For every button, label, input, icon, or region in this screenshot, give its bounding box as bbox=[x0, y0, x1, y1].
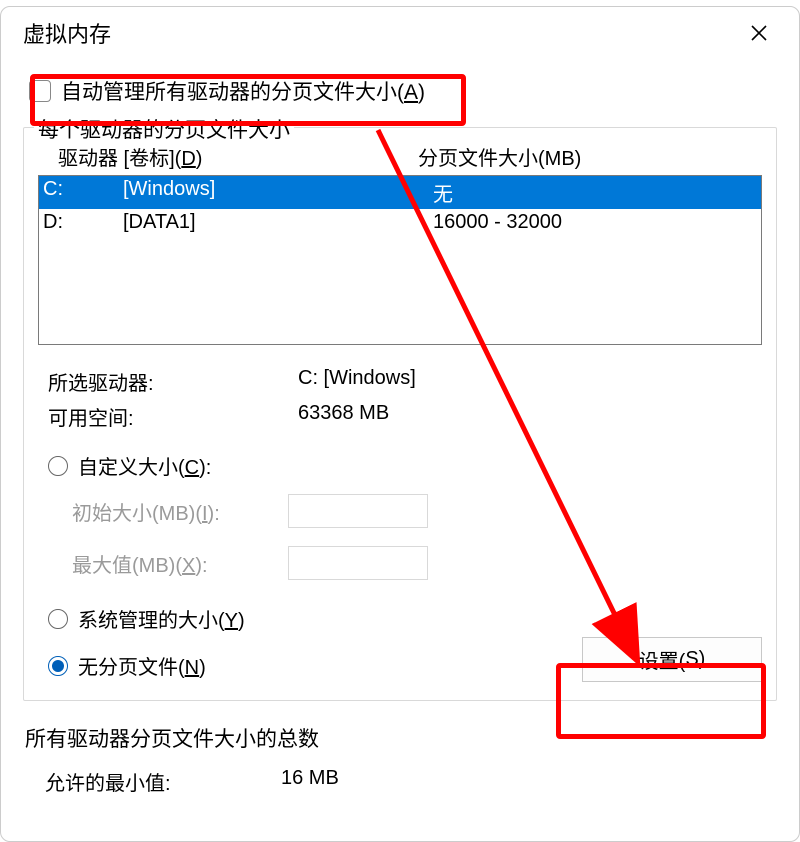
totals-min-label: 允许的最小值: bbox=[45, 767, 281, 796]
virtual-memory-dialog: 虚拟内存 自动管理所有驱动器的分页文件大小(A) 每个驱动器的分页文件大小 驱动… bbox=[0, 6, 800, 842]
no-paging-radio-row[interactable]: 无分页文件(N) bbox=[38, 651, 582, 680]
selected-drive-label: 所选驱动器: bbox=[48, 367, 298, 396]
initial-size-input[interactable] bbox=[288, 494, 428, 528]
free-space-label: 可用空间: bbox=[48, 402, 298, 431]
maximum-size-label: 最大值(MB)(X): bbox=[72, 549, 288, 578]
no-paging-radio[interactable] bbox=[48, 656, 68, 676]
auto-manage-checkbox[interactable] bbox=[29, 80, 51, 102]
maximum-size-row: 最大值(MB)(X): bbox=[38, 546, 762, 580]
totals-title: 所有驱动器分页文件大小的总数 bbox=[25, 723, 777, 753]
free-space-value: 63368 MB bbox=[298, 402, 762, 431]
per-drive-group: 每个驱动器的分页文件大小 驱动器 [卷标](D) 分页文件大小(MB) C: [… bbox=[23, 127, 777, 701]
drive-row-d[interactable]: D: [DATA1] 16000 - 32000 bbox=[39, 209, 761, 236]
per-drive-title: 每个驱动器的分页文件大小 bbox=[34, 114, 294, 144]
drive-row-c[interactable]: C: [Windows] 无 bbox=[39, 176, 761, 209]
header-size: 分页文件大小(MB) bbox=[418, 142, 758, 171]
selected-drive-info: 所选驱动器: C: [Windows] 可用空间: 63368 MB bbox=[38, 367, 762, 431]
totals-min-value: 16 MB bbox=[281, 767, 777, 796]
initial-size-label: 初始大小(MB)(I): bbox=[72, 497, 288, 526]
close-icon bbox=[750, 24, 768, 42]
drive-list[interactable]: C: [Windows] 无 D: [DATA1] 16000 - 32000 bbox=[38, 175, 762, 345]
system-managed-label: 系统管理的大小(Y) bbox=[78, 604, 245, 633]
titlebar: 虚拟内存 bbox=[1, 7, 799, 55]
initial-size-row: 初始大小(MB)(I): bbox=[38, 494, 762, 528]
custom-size-radio[interactable] bbox=[48, 456, 68, 476]
no-paging-label: 无分页文件(N) bbox=[78, 651, 206, 680]
close-button[interactable] bbox=[737, 17, 781, 49]
auto-manage-label: 自动管理所有驱动器的分页文件大小(A) bbox=[59, 75, 427, 107]
set-button[interactable]: 设置(S) bbox=[582, 637, 762, 682]
system-managed-radio[interactable] bbox=[48, 609, 68, 629]
totals-min-row: 允许的最小值: 16 MB bbox=[23, 767, 777, 796]
drive-label: [Windows] bbox=[123, 178, 433, 207]
dialog-title: 虚拟内存 bbox=[23, 17, 111, 49]
header-drive: 驱动器 [卷标](D) bbox=[58, 142, 418, 171]
system-managed-radio-row[interactable]: 系统管理的大小(Y) bbox=[38, 604, 762, 633]
dialog-content: 自动管理所有驱动器的分页文件大小(A) 每个驱动器的分页文件大小 驱动器 [卷标… bbox=[1, 55, 799, 796]
custom-size-radio-row[interactable]: 自定义大小(C): bbox=[38, 451, 762, 480]
drive-size: 16000 - 32000 bbox=[433, 211, 761, 234]
drive-size: 无 bbox=[433, 178, 761, 207]
drive-label: [DATA1] bbox=[123, 211, 433, 234]
drive-letter: D: bbox=[43, 211, 123, 234]
custom-size-label: 自定义大小(C): bbox=[78, 451, 211, 480]
auto-manage-row[interactable]: 自动管理所有驱动器的分页文件大小(A) bbox=[23, 71, 433, 111]
drive-letter: C: bbox=[43, 178, 123, 207]
selected-drive-value: C: [Windows] bbox=[298, 367, 762, 396]
maximum-size-input[interactable] bbox=[288, 546, 428, 580]
